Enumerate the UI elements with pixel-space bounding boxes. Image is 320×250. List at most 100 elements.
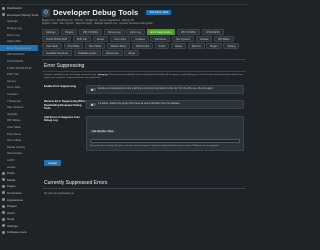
- sidebar-item[interactable]: Server: [0, 78, 38, 85]
- tab[interactable]: Cookies: [131, 36, 149, 42]
- sidebar-item[interactable]: Debug Log: [0, 25, 38, 32]
- tab[interactable]: User Meta: [42, 43, 62, 49]
- tab[interactable]: About: [124, 50, 139, 56]
- tab[interactable]: Debug Log: [103, 29, 125, 35]
- tab[interactable]: Site Options: [171, 36, 195, 42]
- tab-bar: Settings Plugins WP-CONFIG Debug Log Error L…: [38, 25, 250, 56]
- sidebar-item-label: HTACCESS: [7, 59, 24, 64]
- sidebar-item-label: Appearance: [7, 197, 24, 202]
- sidebar-item-label: Users: [7, 210, 15, 215]
- tab[interactable]: AJAX: [154, 43, 170, 49]
- sidebar-item[interactable]: AJAX: [0, 157, 38, 164]
- menu-icon: [2, 184, 5, 188]
- tab[interactable]: Error Log: [126, 29, 145, 35]
- tab[interactable]: Hooks: [170, 43, 187, 49]
- tab[interactable]: Settings: [42, 29, 60, 35]
- identifier-input[interactable]: [90, 138, 240, 144]
- tab[interactable]: Transients: [150, 36, 171, 42]
- sidebar-item-label: Transients: [7, 98, 21, 103]
- sidebar-item[interactable]: Appearance: [0, 196, 38, 203]
- tab[interactable]: HTACCESS: [201, 29, 224, 35]
- sidebar-item[interactable]: Shortcodes: [0, 150, 38, 157]
- tab[interactable]: Available Hooks: [74, 50, 101, 56]
- sidebar-item[interactable]: HTACCESS: [0, 58, 38, 65]
- update-button[interactable]: Update: [44, 159, 62, 166]
- sidebar-item[interactable]: Settings: [0, 223, 38, 230]
- menu-icon: [2, 224, 5, 228]
- sidebar-item-label: Error Suppressing: [7, 45, 32, 50]
- sidebar-item[interactable]: WP-CONFIG: [0, 51, 38, 58]
- sidebar-item[interactable]: Post Meta: [0, 130, 38, 137]
- sidebar-item-label: Developer Debug Tools: [7, 12, 38, 17]
- section-title: Error Suppressing: [44, 63, 85, 70]
- sidebar-item-label: DB Tables: [7, 118, 21, 123]
- sidebar-item[interactable]: Cron Jobs: [0, 84, 38, 91]
- tab[interactable]: Available Functions: [42, 50, 73, 56]
- tab[interactable]: WP-CONFIG: [79, 29, 103, 35]
- sidebar-item-label: Settings: [7, 19, 18, 24]
- sidebar-item[interactable]: Comments: [0, 190, 38, 197]
- section-description: Suppress individual errors from being re…: [38, 72, 250, 80]
- main-content: ⚙ Developer Debug Tools Test button labe…: [38, 5, 250, 250]
- sidebar-item[interactable]: Admin Bar: [0, 38, 38, 45]
- tab[interactable]: Resources: [102, 50, 123, 56]
- tab[interactable]: PHP Info: [72, 36, 92, 42]
- sidebar-item[interactable]: Site Options: [0, 104, 38, 111]
- sidebar-item[interactable]: Transients: [0, 97, 38, 104]
- tab[interactable]: Error Suppressing: [146, 29, 176, 35]
- add-help: Enter part of the message, file path, or…: [90, 145, 220, 148]
- sidebar-item-label: Plugins: [7, 204, 17, 209]
- tab[interactable]: Media Library: [106, 43, 131, 49]
- remove-label: Remove Error Suppressing When Deactivati…: [44, 100, 86, 110]
- sidebar-item[interactable]: Settings: [0, 18, 38, 25]
- remove-toggle[interactable]: [90, 103, 96, 107]
- sidebar-item-label: PHP Info: [7, 72, 19, 77]
- sidebar-item-label: Post Meta: [7, 131, 21, 136]
- sidebar-item[interactable]: Error Suppressing: [0, 44, 38, 52]
- sidebar-item[interactable]: Media Library: [0, 143, 38, 150]
- sidebar-item[interactable]: Error Log: [0, 31, 38, 38]
- sidebar-item[interactable]: Posts: [0, 170, 38, 177]
- tab[interactable]: WP-CONFIG: [177, 29, 201, 35]
- tab[interactable]: Testing: [223, 43, 240, 49]
- tab[interactable]: Post Meta: [63, 43, 84, 49]
- form-row-enable: Enable Error Suppressing Enable error su…: [38, 85, 250, 95]
- sidebar-item[interactable]: Developer Debug Tools: [0, 12, 38, 19]
- sidebar-item[interactable]: Users: [0, 209, 38, 216]
- sidebar-item[interactable]: PHP Info: [0, 71, 38, 78]
- tab[interactable]: Discord: [187, 43, 205, 49]
- tab[interactable]: Server: [92, 36, 109, 42]
- sidebar-item-label: Server: [7, 78, 16, 83]
- sidebar-item-label: Error Log: [7, 32, 20, 37]
- sidebar-item[interactable]: Pages: [0, 183, 38, 190]
- sidebar-item[interactable]: Tools: [0, 216, 38, 223]
- sidebar-item[interactable]: Collapse menu: [0, 229, 38, 236]
- sidebar-item[interactable]: Hooks: [0, 163, 38, 170]
- tab[interactable]: Globals: [195, 36, 213, 42]
- tab[interactable]: Plugins: [60, 29, 78, 35]
- sidebar-item-label: Cookies: [7, 92, 18, 97]
- header-action-button[interactable]: Test button label: [146, 10, 172, 15]
- tab[interactable]: DB Tables: [214, 36, 234, 42]
- sidebar-item[interactable]: DB Tables: [0, 117, 38, 124]
- sidebar-item[interactable]: Plugins: [0, 203, 38, 210]
- sidebar-item[interactable]: Media: [0, 176, 38, 183]
- plugin-logo-icon: ⚙: [42, 8, 50, 17]
- tab[interactable]: FUNCTIONS.PHP: [42, 36, 72, 42]
- sidebar-item[interactable]: FUNCTIONS.PHP: [0, 64, 38, 71]
- sidebar-item-label: Hooks: [7, 164, 16, 169]
- sidebar-item[interactable]: Globals: [0, 111, 38, 118]
- sidebar-item[interactable]: User Meta: [0, 124, 38, 131]
- tab[interactable]: Term Meta: [84, 43, 106, 49]
- sidebar-item[interactable]: Cookies: [0, 91, 38, 98]
- tab[interactable]: Regex: [206, 43, 222, 49]
- enable-toggle[interactable]: [90, 88, 96, 92]
- sidebar-item-label: Shortcodes: [7, 151, 23, 156]
- sidebar-item-label: Posts: [7, 171, 15, 176]
- sidebar-item[interactable]: Dashboard: [0, 5, 38, 12]
- tab[interactable]: Shortcodes: [132, 43, 154, 49]
- tab[interactable]: Cron Jobs: [109, 36, 130, 42]
- menu-icon: [2, 211, 5, 215]
- sidebar-item-label: Cron Jobs: [7, 85, 21, 90]
- sidebar-item[interactable]: Term Meta: [0, 137, 38, 144]
